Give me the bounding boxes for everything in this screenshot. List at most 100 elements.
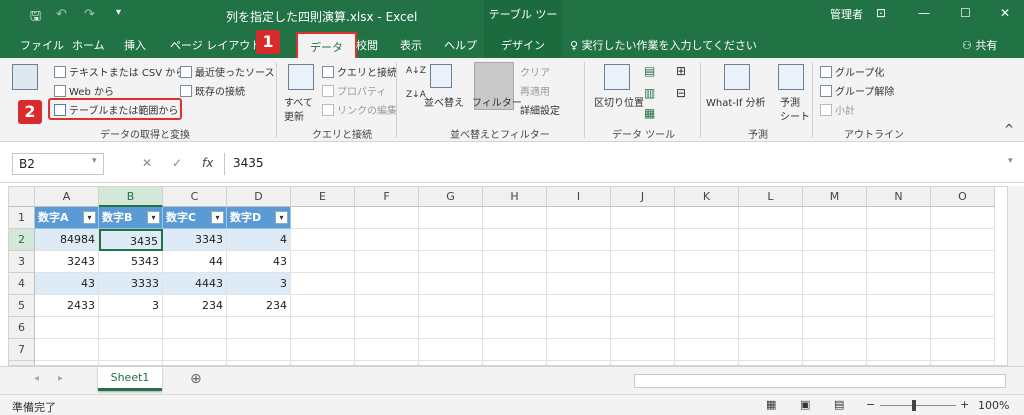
row-header-1[interactable]: 1 (9, 207, 35, 229)
save-icon[interactable]: 🖫 (30, 7, 41, 29)
row-header-6[interactable]: 6 (9, 317, 35, 339)
zoom-slider-thumb[interactable] (912, 400, 916, 411)
insert-function-icon[interactable]: fx (202, 156, 213, 170)
cell-o7[interactable] (931, 339, 995, 361)
cell-m1[interactable] (803, 207, 867, 229)
column-header-a[interactable]: A (35, 187, 99, 207)
next-sheet-icon[interactable]: ▸ (58, 373, 63, 384)
cell-n3[interactable] (867, 251, 931, 273)
tab-file[interactable]: ファイル (20, 37, 64, 53)
cell-d2[interactable]: 4 (227, 229, 291, 251)
zoom-level[interactable]: 100% (978, 399, 1009, 412)
cell-b2[interactable]: 3435 (99, 229, 163, 251)
cell-e2[interactable] (291, 229, 355, 251)
cell-a5[interactable]: 2433 (35, 295, 99, 317)
group-button[interactable]: グループ化 (820, 64, 884, 79)
cell-c5[interactable]: 234 (163, 295, 227, 317)
text-to-columns-icon[interactable] (604, 64, 630, 90)
sort-button-label[interactable]: 並べ替え (424, 94, 464, 109)
sort-az-icon[interactable]: A↓Z (406, 66, 426, 76)
cell-h7[interactable] (483, 339, 547, 361)
row-header-2[interactable]: 2 (9, 229, 35, 251)
cell-b5[interactable]: 3 (99, 295, 163, 317)
cell-n4[interactable] (867, 273, 931, 295)
maximize-button[interactable]: ☐ (960, 6, 971, 20)
filter-dropdown-icon[interactable]: ▾ (83, 211, 96, 224)
ungroup-button[interactable]: グループ解除 (820, 83, 894, 98)
formula-input[interactable]: 3435 (224, 153, 1016, 175)
cell-h4[interactable] (483, 273, 547, 295)
cell-k6[interactable] (675, 317, 739, 339)
page-layout-view-icon[interactable]: ▣ (800, 398, 810, 411)
cell-d4[interactable]: 3 (227, 273, 291, 295)
ribbon-display-options-icon[interactable]: ⊡ (876, 6, 886, 20)
column-header-i[interactable]: I (547, 187, 611, 207)
filter-button-label[interactable]: フィルター (472, 94, 522, 109)
redo-icon[interactable]: ↷ (84, 7, 95, 22)
cell-n7[interactable] (867, 339, 931, 361)
tab-insert[interactable]: 挿入 (124, 37, 146, 53)
refresh-all-icon[interactable] (288, 64, 314, 90)
cell-i1[interactable] (547, 207, 611, 229)
row-header-4[interactable]: 4 (9, 273, 35, 295)
cell-f2[interactable] (355, 229, 419, 251)
cell-g7[interactable] (419, 339, 483, 361)
cell-o3[interactable] (931, 251, 995, 273)
cell-a4[interactable]: 43 (35, 273, 99, 295)
cell-m3[interactable] (803, 251, 867, 273)
cell-c3[interactable]: 44 (163, 251, 227, 273)
cell-e5[interactable] (291, 295, 355, 317)
cell-m4[interactable] (803, 273, 867, 295)
name-box[interactable]: B2 (12, 153, 104, 175)
zoom-out-button[interactable]: − (866, 398, 875, 411)
cell-k3[interactable] (675, 251, 739, 273)
existing-connections-button[interactable]: 既存の接続 (180, 83, 245, 98)
cell-g6[interactable] (419, 317, 483, 339)
properties-button[interactable]: プロパティ (322, 83, 386, 98)
tab-page-layout[interactable]: ページ レイアウト (170, 37, 261, 53)
horizontal-scrollbar[interactable] (634, 374, 1006, 388)
cell-f3[interactable] (355, 251, 419, 273)
cell-j4[interactable] (611, 273, 675, 295)
column-header-f[interactable]: F (355, 187, 419, 207)
cell-c4[interactable]: 4443 (163, 273, 227, 295)
cell-b6[interactable] (99, 317, 163, 339)
cell-i4[interactable] (547, 273, 611, 295)
collapse-ribbon-icon[interactable]: ^ (1004, 122, 1014, 136)
cell-g1[interactable] (419, 207, 483, 229)
cell-h3[interactable] (483, 251, 547, 273)
cell-k7[interactable] (675, 339, 739, 361)
cell-j5[interactable] (611, 295, 675, 317)
cell-f6[interactable] (355, 317, 419, 339)
page-break-view-icon[interactable]: ▤ (834, 398, 844, 411)
tab-review[interactable]: 校閲 (356, 37, 378, 53)
tab-help[interactable]: ヘルプ (444, 37, 477, 53)
cell-e6[interactable] (291, 317, 355, 339)
expand-formula-bar-icon[interactable]: ▾ (1008, 156, 1013, 166)
from-text-csv-button[interactable]: テキストまたは CSV から (54, 64, 185, 79)
row-header-7[interactable]: 7 (9, 339, 35, 361)
consolidate-icon[interactable]: ⊞ (676, 64, 686, 78)
from-web-button[interactable]: Web から (54, 83, 114, 98)
cell-g2[interactable] (419, 229, 483, 251)
cell-j3[interactable] (611, 251, 675, 273)
cell-d5[interactable]: 234 (227, 295, 291, 317)
cell-h6[interactable] (483, 317, 547, 339)
cell-j1[interactable] (611, 207, 675, 229)
cell-c2[interactable]: 3343 (163, 229, 227, 251)
column-header-l[interactable]: L (739, 187, 803, 207)
cell-k4[interactable] (675, 273, 739, 295)
worksheet-grid[interactable]: A B C D E F G H I J K L M N O 1 数字A ▾ 数字B ▾ 数字C ▾ 数字D ▾ 2 84984 34… (8, 186, 1008, 366)
select-all-corner[interactable] (9, 187, 35, 207)
cell-f7[interactable] (355, 339, 419, 361)
share-button[interactable]: ⚇ 共有 (962, 37, 997, 53)
row-header-3[interactable]: 3 (9, 251, 35, 273)
column-header-j[interactable]: J (611, 187, 675, 207)
cell-i3[interactable] (547, 251, 611, 273)
user-name[interactable]: 管理者 (830, 6, 863, 22)
cell-i6[interactable] (547, 317, 611, 339)
row-header-5[interactable]: 5 (9, 295, 35, 317)
cell-c6[interactable] (163, 317, 227, 339)
table-header-d[interactable]: 数字D ▾ (227, 207, 291, 229)
minimize-button[interactable]: — (918, 6, 930, 20)
